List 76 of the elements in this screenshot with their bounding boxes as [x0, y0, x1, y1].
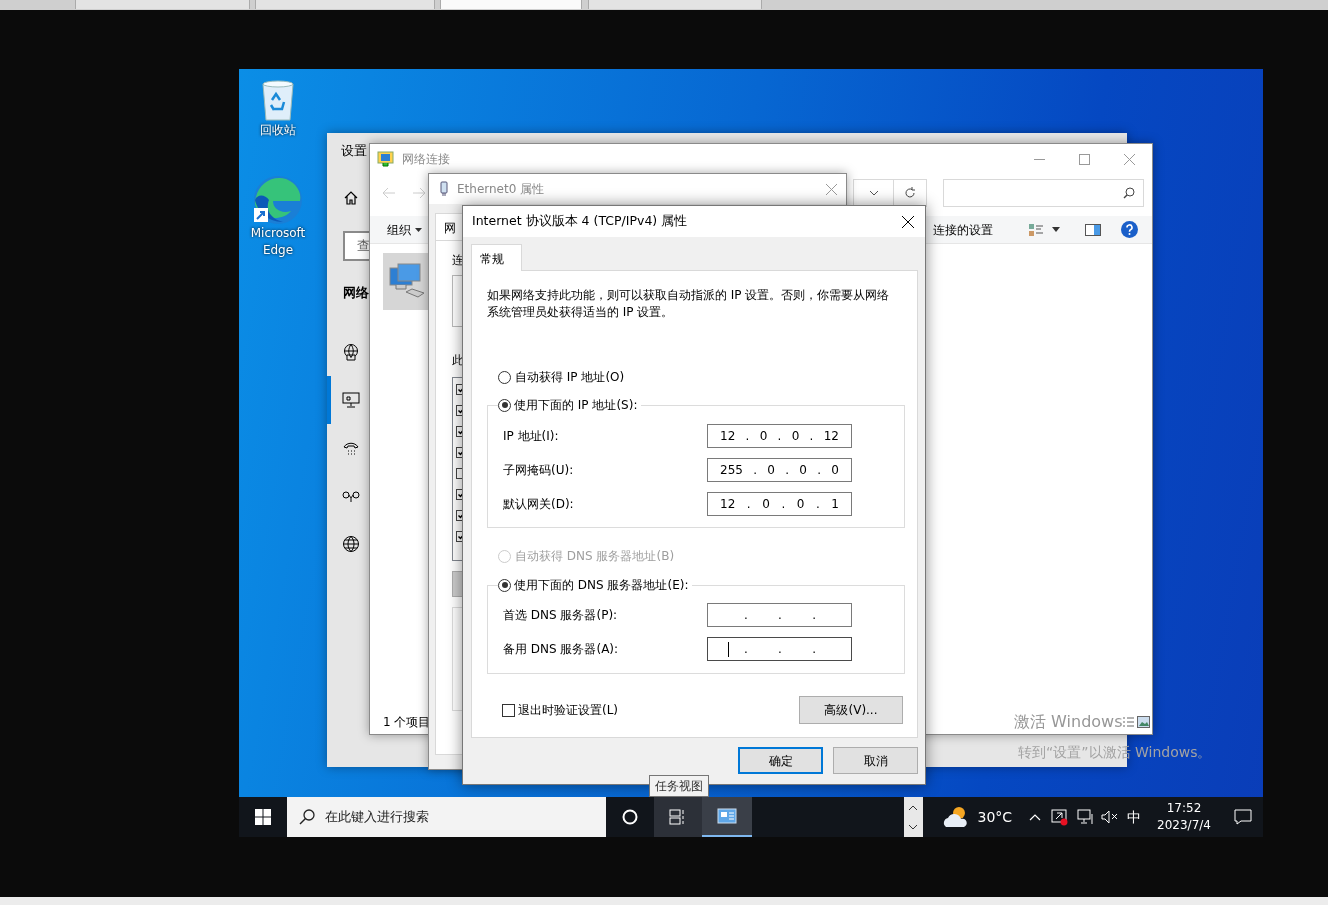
- ip-address-field[interactable]: 255 . 0 . 0 . 0: [707, 458, 852, 482]
- scroll-up-icon[interactable]: [909, 804, 918, 810]
- close-icon[interactable]: [902, 215, 914, 228]
- ip-address-field[interactable]: . . .: [707, 637, 852, 661]
- tab[interactable]: 常规: [471, 244, 522, 271]
- radio-button[interactable]: [498, 398, 511, 412]
- field-label: 默认网关(D):: [503, 496, 574, 513]
- scroll-down-icon[interactable]: [909, 824, 918, 830]
- cancel-button[interactable]: 取消: [833, 747, 918, 774]
- clock[interactable]: 17:52 2023/7/4: [1155, 800, 1213, 834]
- description-text: 如果网络支持此功能，则可以获取自动指派的 IP 设置。否则，你需要从网络系统管理员处获得适当的 IP 设置。: [487, 287, 891, 321]
- edge-icon[interactable]: [253, 175, 303, 225]
- organize-menu[interactable]: 组织: [387, 220, 411, 239]
- window-title: 网络连接: [402, 151, 450, 168]
- task-view-icon[interactable]: [668, 809, 687, 825]
- adapter-field: [452, 275, 462, 327]
- ip-address-field[interactable]: 12 . 0 . 0 . 1: [707, 492, 852, 516]
- icon-label: Microsoft Edge: [249, 225, 307, 259]
- network-icon: [377, 151, 394, 167]
- network-alert-icon[interactable]: [1051, 808, 1070, 826]
- monitor-icon[interactable]: [1077, 809, 1095, 825]
- checkbox[interactable]: [502, 703, 515, 717]
- task-view-button[interactable]: [653, 797, 702, 837]
- chevron-up-icon[interactable]: [1029, 813, 1042, 821]
- checkbox[interactable]: [456, 468, 462, 479]
- ip-address-field[interactable]: 12 . 0 . 0 . 12: [707, 424, 852, 448]
- network-adapter-icon[interactable]: [383, 253, 428, 310]
- dialog-title: Internet 协议版本 4 (TCP/IPv4) 属性: [472, 212, 688, 231]
- field-label: 子网掩码(U):: [503, 462, 574, 479]
- toolbar-scroll-buttons[interactable]: [903, 797, 923, 837]
- notification-icon[interactable]: [1234, 809, 1252, 825]
- activation-title: 激活 Windows: [1014, 712, 1123, 732]
- windows-start-icon[interactable]: [255, 809, 271, 825]
- text-cursor: [728, 642, 729, 657]
- tab[interactable]: 网: [435, 213, 462, 240]
- radio-button[interactable]: [498, 578, 511, 592]
- caret-icon[interactable]: [415, 227, 422, 232]
- search-icon[interactable]: [299, 809, 315, 825]
- weather-text[interactable]: 30°C: [977, 806, 1013, 828]
- toolbar-link[interactable]: 连接的设置: [933, 220, 993, 239]
- home-icon[interactable]: [344, 191, 358, 206]
- minimize-icon[interactable]: [1034, 158, 1045, 160]
- search-icon[interactable]: [1123, 187, 1135, 199]
- input-method-indicator[interactable]: 中: [1127, 806, 1142, 828]
- window-title: Ethernet0 属性: [457, 181, 545, 198]
- help-icon[interactable]: [1121, 221, 1138, 238]
- radio-label[interactable]: 自动获得 IP 地址(O): [515, 368, 625, 386]
- network-window-icon[interactable]: [716, 808, 737, 824]
- status-text: 1 个项目: [383, 714, 431, 731]
- refresh-button[interactable]: [893, 179, 927, 207]
- tooltip: 任务视图: [649, 775, 709, 797]
- field-label: 首选 DNS 服务器(P):: [503, 607, 618, 624]
- checkbox-label[interactable]: 退出时验证设置(L): [518, 701, 619, 719]
- ethernet-port-icon: [439, 181, 449, 197]
- preview-pane-icon[interactable]: [1085, 223, 1101, 236]
- search-field[interactable]: 在此键入进行搜索: [287, 797, 606, 837]
- ok-button[interactable]: 确定: [738, 747, 823, 774]
- field-label: 连: [452, 253, 464, 267]
- window-title: 设置: [341, 143, 367, 158]
- cortana-icon[interactable]: [621, 809, 638, 825]
- icon-label: 回收站: [259, 122, 297, 139]
- weather-icon[interactable]: [941, 805, 970, 829]
- advanced-button[interactable]: 高级(V)...: [799, 696, 903, 724]
- maximize-icon[interactable]: [1079, 153, 1090, 165]
- section-title: 网络: [343, 284, 369, 300]
- caret-icon[interactable]: [1052, 227, 1060, 232]
- large-icons-view-icon[interactable]: [1137, 716, 1150, 728]
- ip-address-field[interactable]: . . .: [707, 603, 852, 627]
- chevron-down-icon[interactable]: [868, 190, 879, 196]
- radio-button[interactable]: [498, 370, 511, 384]
- search-field[interactable]: [943, 179, 1144, 207]
- muted-speaker-icon[interactable]: [1101, 810, 1119, 824]
- field-label: IP 地址(I):: [503, 428, 559, 445]
- taskbar-app-button[interactable]: [701, 797, 752, 837]
- refresh-icon[interactable]: [904, 187, 916, 199]
- field-label: 备用 DNS 服务器(A):: [503, 641, 619, 658]
